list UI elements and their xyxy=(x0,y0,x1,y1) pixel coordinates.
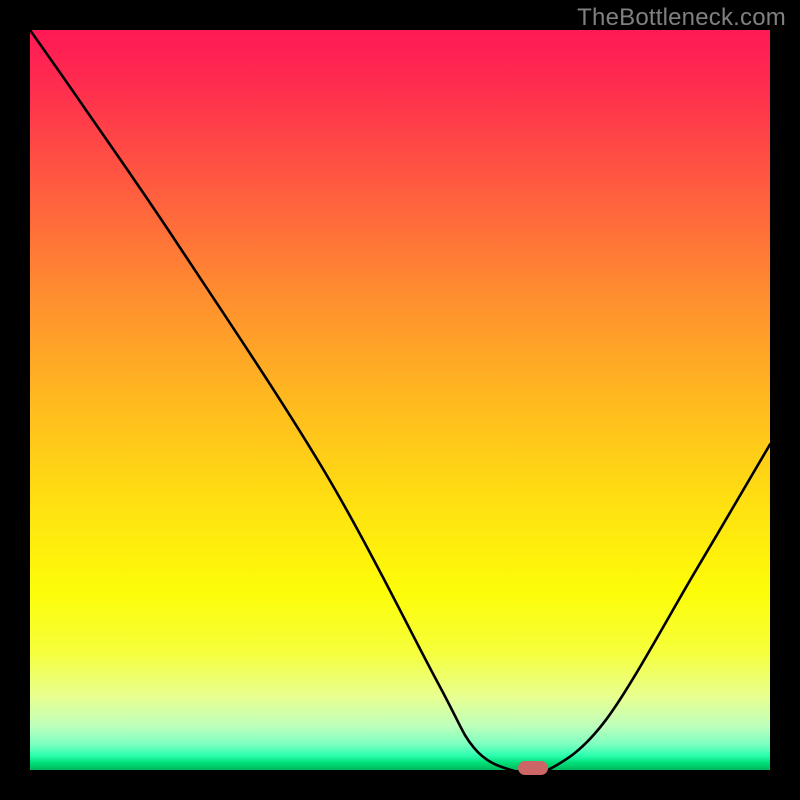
watermark-text: TheBottleneck.com xyxy=(577,4,786,32)
plot-area xyxy=(30,30,770,770)
chart-frame: TheBottleneck.com xyxy=(0,0,800,800)
optimal-point-marker xyxy=(518,761,548,775)
heat-gradient-background xyxy=(30,30,770,770)
